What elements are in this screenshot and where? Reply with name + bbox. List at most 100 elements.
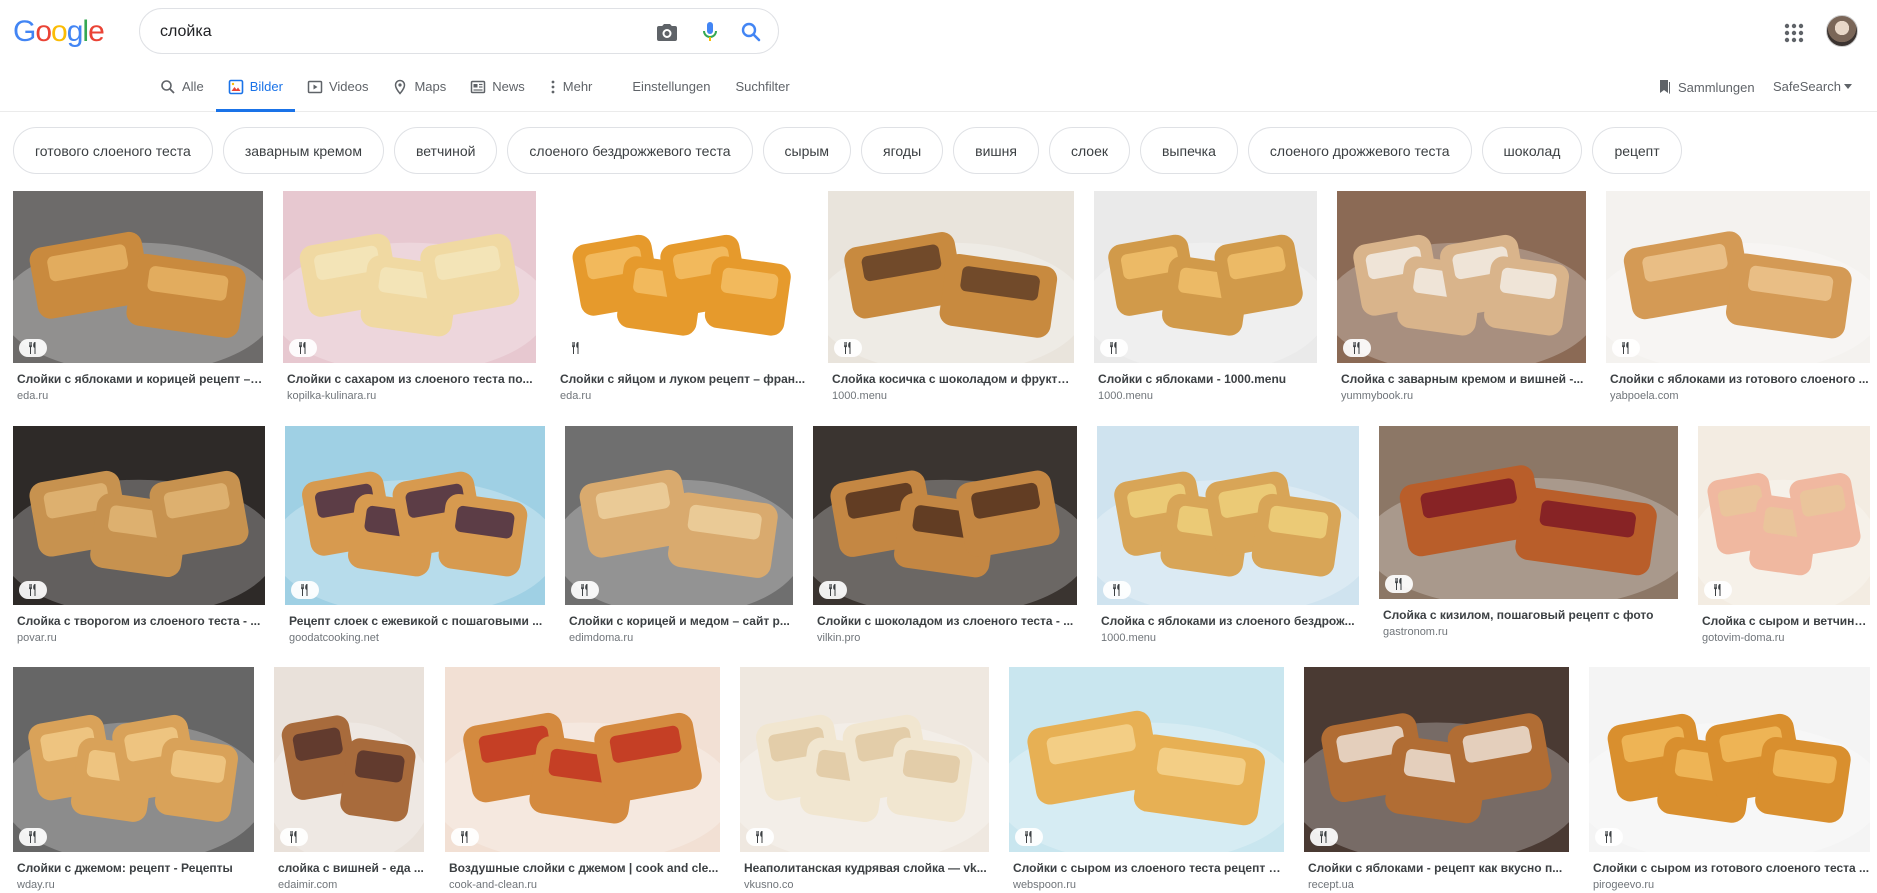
result-title[interactable]: Слойка с яблоками из слоеного бездрож... (1097, 614, 1359, 628)
image-result[interactable]: Слойки с джемом: рецепт - Рецепты wday.ru (13, 667, 254, 891)
result-thumbnail[interactable] (13, 191, 263, 363)
result-title[interactable]: Слойки с яблоками и корицей рецепт – ... (13, 372, 263, 386)
result-thumbnail[interactable] (13, 426, 265, 605)
result-thumbnail[interactable] (1379, 426, 1678, 599)
image-result[interactable]: Слойки с яблоками из готового слоеного .… (1606, 191, 1870, 402)
result-thumbnail[interactable] (1698, 426, 1870, 605)
image-result[interactable]: слойка с вишней - еда ... edaimir.com (274, 667, 424, 891)
result-thumbnail[interactable] (565, 426, 793, 605)
result-thumbnail[interactable] (1589, 667, 1870, 852)
result-thumbnail[interactable] (1606, 191, 1870, 363)
chip[interactable]: заварным кремом (222, 127, 384, 174)
result-title[interactable]: Слойка косичка с шоколадом и фрукта... (828, 372, 1074, 386)
result-thumbnail[interactable] (828, 191, 1074, 363)
chip[interactable]: слоек (1048, 127, 1130, 174)
image-result[interactable]: Слойка с сыром и ветчино... gotovim-doma.… (1698, 426, 1870, 644)
apps-grid-icon[interactable] (1783, 22, 1805, 44)
chip[interactable]: выпечка (1139, 127, 1238, 174)
tab-images[interactable]: Bilder (215, 74, 296, 112)
safesearch-label: SafeSearch (1773, 79, 1841, 94)
result-title[interactable]: Слойки с джемом: рецепт - Рецепты (13, 861, 254, 875)
image-result[interactable]: Слойки с шоколадом из слоеного теста - .… (813, 426, 1077, 644)
result-thumbnail[interactable] (1337, 191, 1586, 363)
tab-news[interactable]: News (468, 74, 537, 112)
result-thumbnail[interactable] (813, 426, 1077, 605)
chip[interactable]: сырым (762, 127, 852, 174)
result-title[interactable]: Слойка с сыром и ветчино... (1698, 614, 1870, 628)
chip[interactable]: слоеного бездрожжевого теста (507, 127, 753, 174)
chip[interactable]: шоколад (1481, 127, 1583, 174)
image-result[interactable]: Рецепт слоек с ежевикой с пошаговыми ...… (285, 426, 545, 644)
result-title[interactable]: слойка с вишней - еда ... (274, 861, 424, 875)
recipe-icon (19, 339, 47, 357)
chip[interactable]: слоеного дрожжевого теста (1247, 127, 1472, 174)
recipe-icon (819, 581, 847, 599)
result-thumbnail[interactable] (274, 667, 424, 852)
result-thumbnail[interactable] (1097, 426, 1359, 605)
result-title[interactable]: Слойка с творогом из слоеного теста - ..… (13, 614, 265, 628)
image-result[interactable]: Слойка с кизилом, пошаговый рецепт с фот… (1379, 426, 1678, 638)
mic-icon[interactable] (698, 20, 722, 44)
result-title[interactable]: Слойка с заварным кремом и вишней -... (1337, 372, 1586, 386)
tab-more[interactable]: Mehr (547, 74, 605, 112)
result-title[interactable]: Слойки с сыром из слоеного теста рецепт … (1009, 861, 1284, 875)
recipe-icon (1015, 828, 1043, 846)
result-title[interactable]: Слойки с сахаром из слоеного теста по... (283, 372, 536, 386)
result-thumbnail[interactable] (1094, 191, 1317, 363)
recipe-icon (571, 581, 599, 599)
image-result[interactable]: Слойки с яблоками и корицей рецепт – ...… (13, 191, 263, 402)
result-thumbnail[interactable] (13, 667, 254, 852)
search-input[interactable] (160, 21, 640, 43)
image-result[interactable]: Слойки с сыром из готового слоеного тест… (1589, 667, 1870, 891)
image-result[interactable]: Слойки с сыром из слоеного теста рецепт … (1009, 667, 1284, 891)
tab-all[interactable]: Alle (158, 74, 216, 112)
result-thumbnail[interactable] (1009, 667, 1284, 852)
chip[interactable]: ветчиной (393, 127, 498, 174)
image-result[interactable]: Слойки с яблоками - рецепт как вкусно п.… (1304, 667, 1569, 891)
video-icon (307, 79, 323, 95)
chip[interactable]: рецепт (1592, 127, 1682, 174)
result-title[interactable]: Слойки с яйцом и луком рецепт – фран... (556, 372, 808, 386)
camera-icon[interactable] (655, 20, 679, 44)
result-title[interactable]: Воздушные слойки с джемом | cook and cle… (445, 861, 720, 875)
search-icon[interactable] (739, 20, 763, 44)
chip[interactable]: вишня (953, 127, 1039, 174)
result-thumbnail[interactable] (285, 426, 545, 605)
google-logo[interactable]: Google (13, 16, 105, 48)
safesearch-dropdown[interactable]: SafeSearch (1773, 79, 1852, 94)
chip[interactable]: готового слоеного теста (13, 127, 213, 174)
result-title[interactable]: Слойка с кизилом, пошаговый рецепт с фот… (1379, 608, 1678, 622)
image-result[interactable]: Слойка с яблоками из слоеного бездрож...… (1097, 426, 1359, 644)
result-thumbnail[interactable] (740, 667, 989, 852)
recipe-icon (280, 828, 308, 846)
image-result[interactable]: Слойки с яйцом и луком рецепт – фран... e… (556, 191, 808, 402)
image-result[interactable]: Слойка косичка с шоколадом и фрукта... 10… (828, 191, 1074, 402)
result-title[interactable]: Рецепт слоек с ежевикой с пошаговыми ... (285, 614, 545, 628)
image-result[interactable]: Слойки с сахаром из слоеного теста по...… (283, 191, 536, 402)
image-result[interactable]: Слойки с корицей и медом – сайт р... edim… (565, 426, 793, 644)
tab-videos[interactable]: Videos (305, 74, 381, 112)
result-title[interactable]: Слойки с сыром из готового слоеного тест… (1589, 861, 1870, 875)
collections-link[interactable]: Sammlungen (1658, 79, 1755, 95)
result-title[interactable]: Слойки с яблоками - рецепт как вкусно п.… (1304, 861, 1569, 875)
tab-maps[interactable]: Maps (390, 74, 458, 112)
image-result[interactable]: Слойка с заварным кремом и вишней -... yu… (1337, 191, 1586, 402)
result-source: yabpoela.com (1610, 390, 1679, 402)
result-thumbnail[interactable] (1304, 667, 1569, 852)
settings-link[interactable]: Einstellungen (632, 74, 710, 112)
result-title[interactable]: Слойки с шоколадом из слоеного теста - .… (813, 614, 1077, 628)
result-thumbnail[interactable] (556, 191, 808, 363)
tools-link[interactable]: Suchfilter (735, 74, 789, 112)
result-thumbnail[interactable] (445, 667, 720, 852)
result-title[interactable]: Слойки с корицей и медом – сайт р... (565, 614, 793, 628)
avatar[interactable] (1826, 15, 1858, 47)
result-thumbnail[interactable] (283, 191, 536, 363)
result-title[interactable]: Неаполитанская кудрявая слойка — vk... (740, 861, 989, 875)
image-result[interactable]: Слойки с яблоками - 1000.menu 1000.menu (1094, 191, 1317, 402)
image-result[interactable]: Слойка с творогом из слоеного теста - ..… (13, 426, 265, 644)
image-result[interactable]: Воздушные слойки с джемом | cook and cle… (445, 667, 720, 891)
image-result[interactable]: Неаполитанская кудрявая слойка — vk... vk… (740, 667, 989, 891)
result-title[interactable]: Слойки с яблоками из готового слоеного .… (1606, 372, 1870, 386)
result-title[interactable]: Слойки с яблоками - 1000.menu (1094, 372, 1317, 386)
chip[interactable]: ягоды (861, 127, 944, 174)
